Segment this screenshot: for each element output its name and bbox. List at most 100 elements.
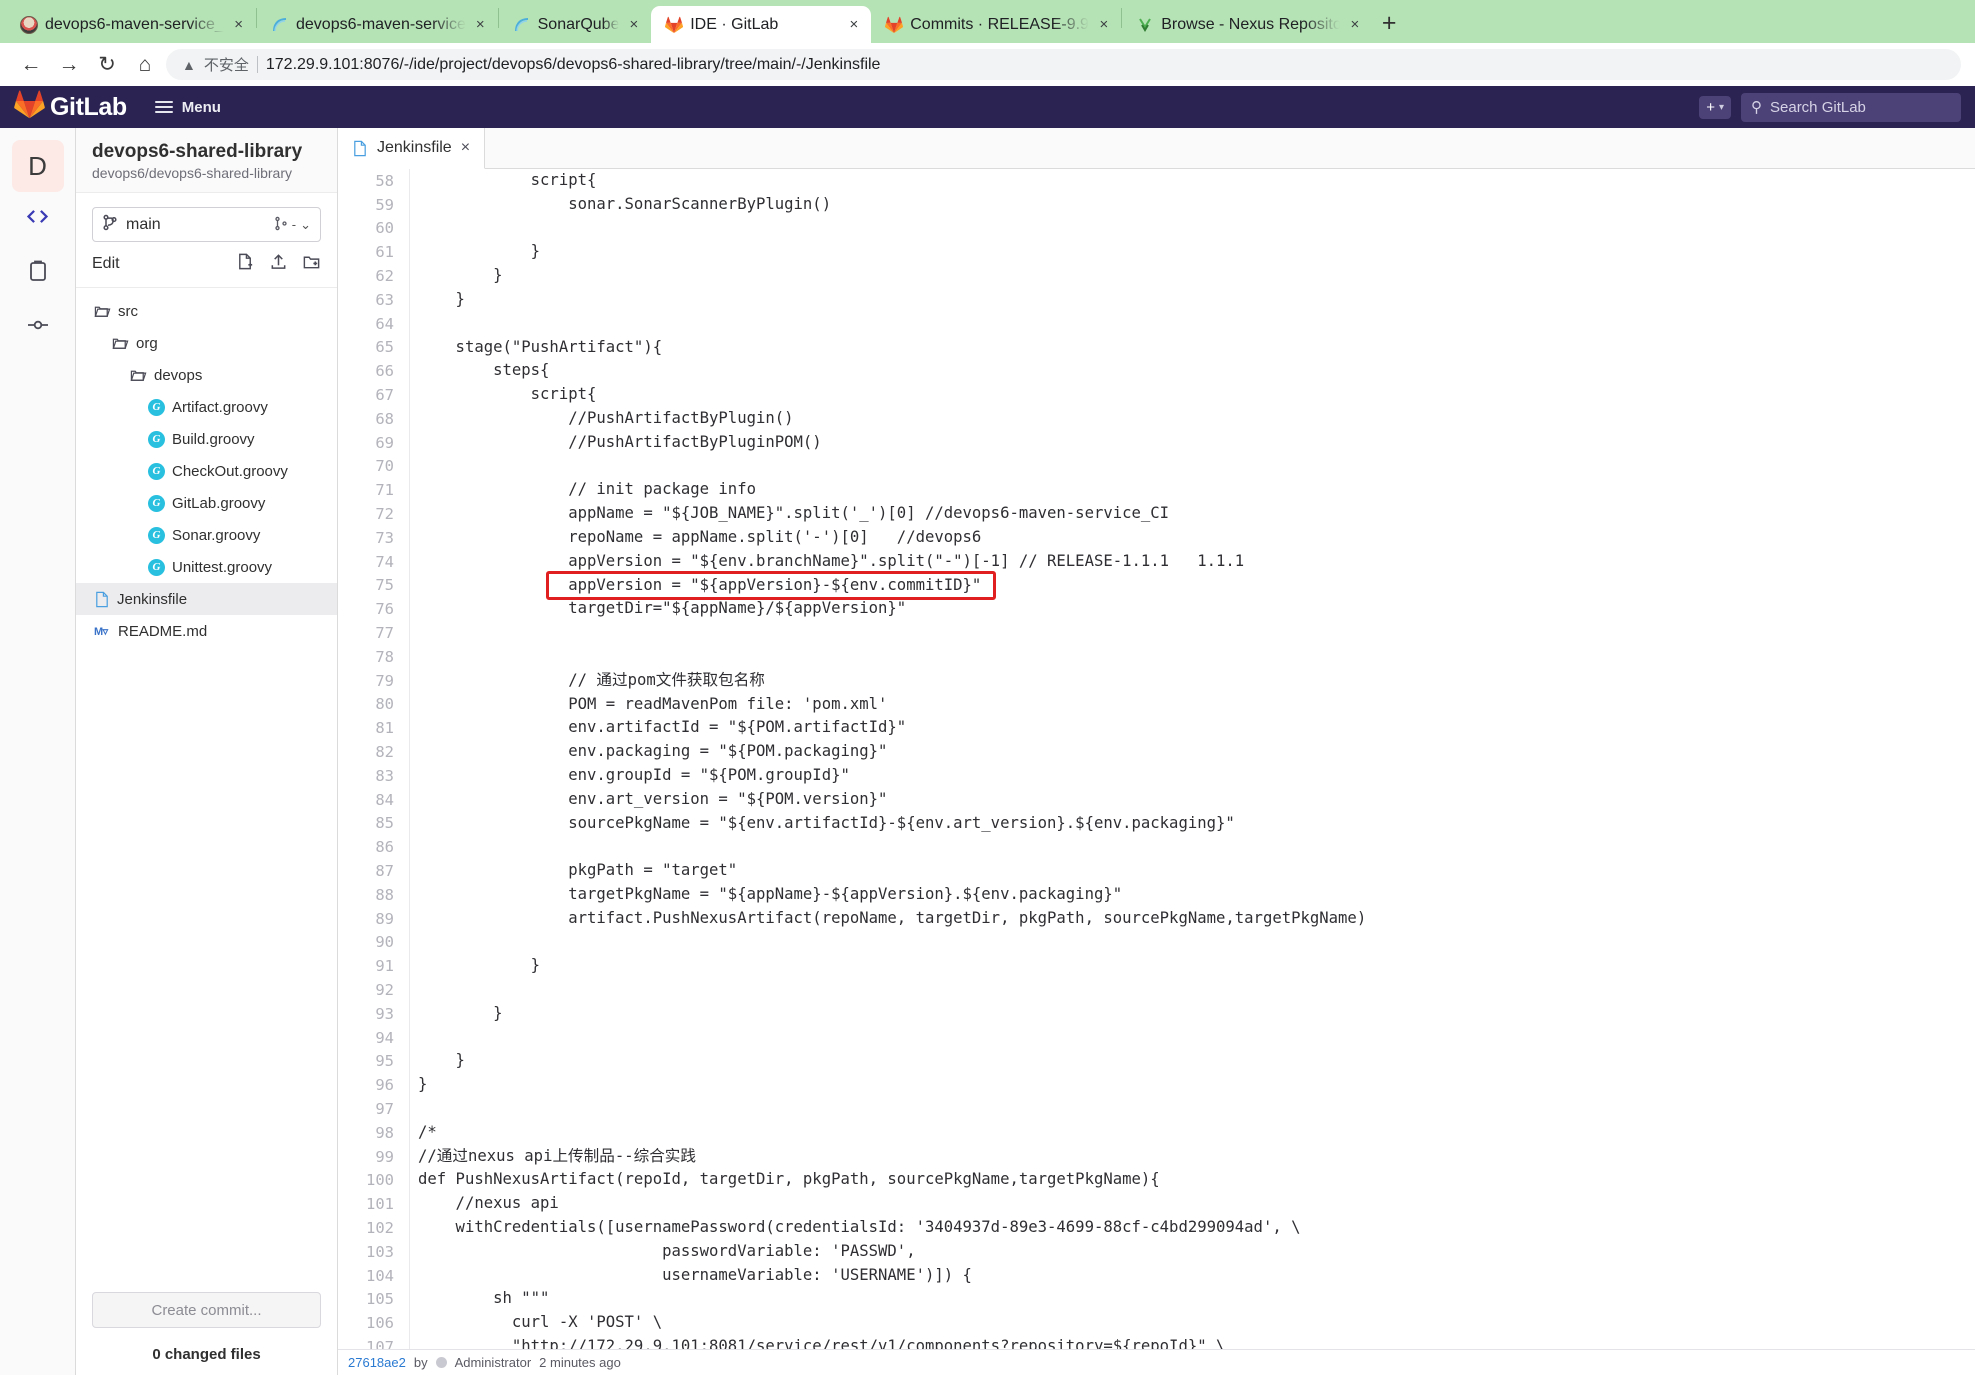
browser-tab-nexus[interactable]: Browse - Nexus Repository Ma × bbox=[1122, 6, 1372, 43]
new-file-icon[interactable] bbox=[236, 252, 255, 276]
review-mode-button[interactable] bbox=[0, 246, 76, 300]
code-line[interactable]: 100 def PushNexusArtifact(repoId, targetD… bbox=[338, 1168, 1975, 1192]
reload-button[interactable]: ↻ bbox=[90, 48, 124, 82]
line-number: 77 bbox=[375, 624, 394, 643]
code-line[interactable]: 80 POM = readMavenPom file: 'pom.xml' bbox=[338, 693, 1975, 717]
code-line[interactable]: 101 //nexus api bbox=[338, 1192, 1975, 1216]
code-line[interactable]: 71 // init package info bbox=[338, 478, 1975, 502]
code-line[interactable]: 106 curl -X 'POST' \ bbox=[338, 1311, 1975, 1335]
code-line[interactable]: 107 "http://172.29.9.101:8081/service/re… bbox=[338, 1335, 1975, 1349]
code-line[interactable]: 98 /* bbox=[338, 1121, 1975, 1145]
code-line[interactable]: 75 appVersion = "${appVersion}-${env.com… bbox=[338, 574, 1975, 598]
code-line[interactable]: 83 env.groupId = "${POM.groupId}" bbox=[338, 764, 1975, 788]
code-line[interactable]: 72 appName = "${JOB_NAME}".split('_')[0]… bbox=[338, 502, 1975, 526]
main-menu-button[interactable]: Menu bbox=[154, 99, 221, 116]
code-line[interactable]: 104 usernameVariable: 'USERNAME')]) { bbox=[338, 1264, 1975, 1288]
code-line[interactable]: 68 //PushArtifactByPlugin() bbox=[338, 407, 1975, 431]
code-line[interactable]: 84 env.art_version = "${POM.version}" bbox=[338, 788, 1975, 812]
editor-tab-jenkinsfile[interactable]: Jenkinsfile × bbox=[338, 128, 486, 169]
upload-icon[interactable] bbox=[269, 252, 288, 276]
close-icon[interactable]: × bbox=[473, 16, 488, 33]
browser-tab-maven-service[interactable]: devops6-maven-service × bbox=[257, 6, 498, 43]
commit-sha-link[interactable]: 27618ae2 bbox=[348, 1355, 406, 1370]
code-line[interactable]: 82 env.packaging = "${POM.packaging}" bbox=[338, 740, 1975, 764]
code-line[interactable]: 86 bbox=[338, 835, 1975, 859]
code-line[interactable]: 70 bbox=[338, 455, 1975, 479]
tree-file-artifact-groovy[interactable]: G Artifact.groovy bbox=[76, 391, 337, 423]
code-line[interactable]: 73 repoName = appName.split('-')[0] //de… bbox=[338, 526, 1975, 550]
close-icon[interactable]: × bbox=[626, 16, 641, 33]
create-new-button[interactable]: + ▾ bbox=[1699, 95, 1731, 119]
code-line[interactable]: 87 pkgPath = "target" bbox=[338, 859, 1975, 883]
browser-tab-ide-gitlab[interactable]: IDE · GitLab × bbox=[651, 6, 872, 43]
code-line[interactable]: 77 bbox=[338, 621, 1975, 645]
back-button[interactable]: ← bbox=[14, 48, 48, 82]
home-button[interactable]: ⌂ bbox=[128, 48, 162, 82]
code-line[interactable]: 78 bbox=[338, 645, 1975, 669]
code-line[interactable]: 92 bbox=[338, 978, 1975, 1002]
edit-mode-button[interactable] bbox=[0, 192, 76, 246]
code-editor[interactable]: 58 script{59 sonar.SonarScannerByPlugin(… bbox=[338, 169, 1975, 1349]
code-line[interactable]: 62 } bbox=[338, 264, 1975, 288]
tree-file-sonar-groovy[interactable]: G Sonar.groovy bbox=[76, 519, 337, 551]
code-line[interactable]: 64 bbox=[338, 312, 1975, 336]
browser-tab-jenkins[interactable]: devops6-maven-service_CI [Je × bbox=[6, 6, 256, 43]
forward-button[interactable]: → bbox=[52, 48, 86, 82]
gitlab-logo[interactable]: GitLab bbox=[14, 90, 127, 124]
tree-folder-devops[interactable]: devops bbox=[76, 359, 337, 391]
code-line[interactable]: 66 steps{ bbox=[338, 359, 1975, 383]
code-line[interactable]: 65 stage("PushArtifact"){ bbox=[338, 336, 1975, 360]
code-line[interactable]: 79 // 通过pom文件获取包名称 bbox=[338, 669, 1975, 693]
tree-file-build-groovy[interactable]: G Build.groovy bbox=[76, 423, 337, 455]
code-line[interactable]: 94 bbox=[338, 1026, 1975, 1050]
close-icon[interactable]: × bbox=[461, 139, 470, 157]
code-line[interactable]: 105 sh """ bbox=[338, 1287, 1975, 1311]
code-line[interactable]: 85 sourcePkgName = "${env.artifactId}-${… bbox=[338, 812, 1975, 836]
branch-selector[interactable]: main - ⌄ bbox=[92, 207, 321, 242]
tree-file-readme-md[interactable]: M▿ README.md bbox=[76, 615, 337, 647]
code-line[interactable]: 95 } bbox=[338, 1049, 1975, 1073]
code-line[interactable]: 97 bbox=[338, 1097, 1975, 1121]
code-line[interactable]: 67 script{ bbox=[338, 383, 1975, 407]
tree-folder-org[interactable]: org bbox=[76, 327, 337, 359]
close-icon[interactable]: × bbox=[1096, 16, 1111, 33]
code-line[interactable]: 89 artifact.PushNexusArtifact(repoName, … bbox=[338, 907, 1975, 931]
address-bar[interactable]: ▲ 不安全 172.29.9.101:8076/-/ide/project/de… bbox=[166, 49, 1961, 80]
close-icon[interactable]: × bbox=[231, 16, 246, 33]
code-line[interactable]: 61 } bbox=[338, 240, 1975, 264]
code-line[interactable]: 96} bbox=[338, 1073, 1975, 1097]
code-line[interactable]: 103 passwordVariable: 'PASSWD', bbox=[338, 1240, 1975, 1264]
code-line[interactable]: 93 } bbox=[338, 1002, 1975, 1026]
code-line[interactable]: 60 bbox=[338, 217, 1975, 241]
tree-file-unittest-groovy[interactable]: G Unittest.groovy bbox=[76, 551, 337, 583]
code-line[interactable]: 58 script{ bbox=[338, 169, 1975, 193]
code-line[interactable]: 76 targetDir="${appName}/${appVersion}" bbox=[338, 597, 1975, 621]
line-number: 90 bbox=[375, 933, 394, 952]
code-line[interactable]: 90 bbox=[338, 931, 1975, 955]
code-line[interactable]: 74 appVersion = "${env.branchName}".spli… bbox=[338, 550, 1975, 574]
new-folder-icon[interactable] bbox=[302, 252, 321, 276]
editor-column: Jenkinsfile × 58 script{59 sonar.SonarSc… bbox=[338, 128, 1975, 1375]
search-input[interactable]: ⚲ Search GitLab bbox=[1741, 92, 1961, 122]
code-line[interactable]: 63 } bbox=[338, 288, 1975, 312]
browser-tab-sonarqube[interactable]: SonarQube × bbox=[499, 6, 652, 43]
tree-file-jenkinsfile[interactable]: Jenkinsfile bbox=[76, 583, 337, 615]
tree-file-checkout-groovy[interactable]: G CheckOut.groovy bbox=[76, 455, 337, 487]
code-line[interactable]: 69 //PushArtifactByPluginPOM() bbox=[338, 431, 1975, 455]
code-line[interactable]: 59 sonar.SonarScannerByPlugin() bbox=[338, 193, 1975, 217]
code-line[interactable]: 91 } bbox=[338, 954, 1975, 978]
code-line[interactable]: 88 targetPkgName = "${appName}-${appVers… bbox=[338, 883, 1975, 907]
new-tab-button[interactable]: + bbox=[1372, 6, 1406, 40]
line-number: 94 bbox=[375, 1028, 394, 1047]
close-icon[interactable]: × bbox=[846, 16, 861, 33]
code-line[interactable]: 81 env.artifactId = "${POM.artifactId}" bbox=[338, 716, 1975, 740]
close-icon[interactable]: × bbox=[1347, 16, 1362, 33]
commit-mode-button[interactable] bbox=[0, 300, 76, 354]
code-line[interactable]: 99 //通过nexus api上传制品--综合实践 bbox=[338, 1145, 1975, 1169]
tree-file-gitlab-groovy[interactable]: G GitLab.groovy bbox=[76, 487, 337, 519]
tree-folder-src[interactable]: src bbox=[76, 295, 337, 327]
code-line[interactable]: 102 withCredentials([usernamePassword(cr… bbox=[338, 1216, 1975, 1240]
avatar[interactable]: D bbox=[11, 140, 64, 192]
create-commit-button[interactable]: Create commit... bbox=[92, 1292, 321, 1328]
browser-tab-commits-release[interactable]: Commits · RELEASE-9.9.9 · dev × bbox=[871, 6, 1121, 43]
